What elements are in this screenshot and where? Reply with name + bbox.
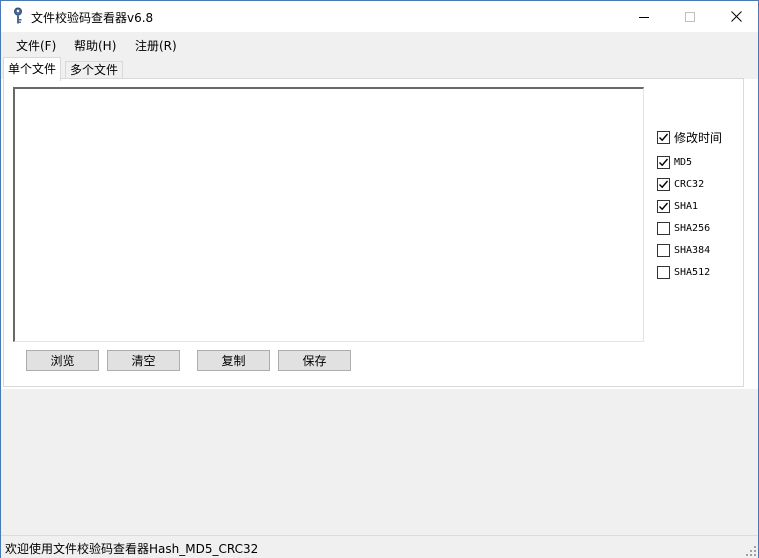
key-icon [11,7,25,25]
checkmark-icon [659,133,669,141]
window-title: 文件校验码查看器v6.8 [31,11,154,25]
checkmark-icon [659,202,669,210]
checkmark-icon [659,180,669,188]
save-button[interactable]: 保存 [278,350,351,371]
minimize-button[interactable] [621,1,667,32]
app-window: 文件校验码查看器v6.8 文件(F) 帮助(H) 注册(R) 单个文件 多个文件… [0,0,759,558]
browse-button[interactable]: 浏览 [26,350,99,371]
resize-grip-icon[interactable] [746,546,756,556]
copy-button[interactable]: 复制 [197,350,270,371]
status-bar: 欢迎使用文件校验码查看器Hash_MD5_CRC32 [1,535,758,558]
checkbox-sha512[interactable] [657,265,670,279]
option-sha384[interactable]: SHA384 [657,242,710,258]
checkbox-crc32[interactable] [657,177,670,191]
option-label-sha1: SHA1 [674,200,699,212]
tab-multiple-files[interactable]: 多个文件 [65,61,124,79]
option-label-sha256: SHA256 [674,222,711,234]
checkbox-md5[interactable] [657,155,670,169]
minimize-icon [639,16,649,18]
option-sha1[interactable]: SHA1 [657,198,698,214]
close-button[interactable] [713,1,759,32]
window-background [1,389,758,535]
clear-button[interactable]: 清空 [107,350,180,371]
maximize-icon [685,11,695,22]
checkmark-icon [659,158,669,166]
option-label-crc32: CRC32 [674,178,705,190]
option-label-sha512: SHA512 [674,266,711,278]
menu-help[interactable]: 帮助(H) [74,37,116,54]
option-sha512[interactable]: SHA512 [657,264,710,280]
menu-register[interactable]: 注册(R) [135,37,177,54]
menu-bar: 文件(F) 帮助(H) 注册(R) [1,32,758,55]
option-md5[interactable]: MD5 [657,154,692,170]
tab-strip: 单个文件 多个文件 [1,55,758,81]
close-icon [730,11,742,22]
option-label-md5: MD5 [674,156,693,168]
status-text: 欢迎使用文件校验码查看器Hash_MD5_CRC32 [5,542,259,556]
option-crc32[interactable]: CRC32 [657,176,704,192]
maximize-button[interactable] [667,1,713,32]
checkbox-sha384[interactable] [657,243,670,257]
checkbox-modified-time[interactable] [657,130,670,144]
checkbox-sha1[interactable] [657,199,670,213]
option-sha256[interactable]: SHA256 [657,220,710,236]
single-file-panel: 浏览 清空 复制 保存 [3,78,744,387]
option-label-modified-time: 修改时间 [674,130,723,145]
checkbox-sha256[interactable] [657,221,670,235]
option-modified-time[interactable]: 修改时间 [657,129,722,145]
title-bar[interactable]: 文件校验码查看器v6.8 [1,1,758,32]
option-label-sha384: SHA384 [674,244,711,256]
tab-single-file[interactable]: 单个文件 [3,57,62,81]
menu-file[interactable]: 文件(F) [16,37,56,54]
result-textarea[interactable] [13,87,644,342]
